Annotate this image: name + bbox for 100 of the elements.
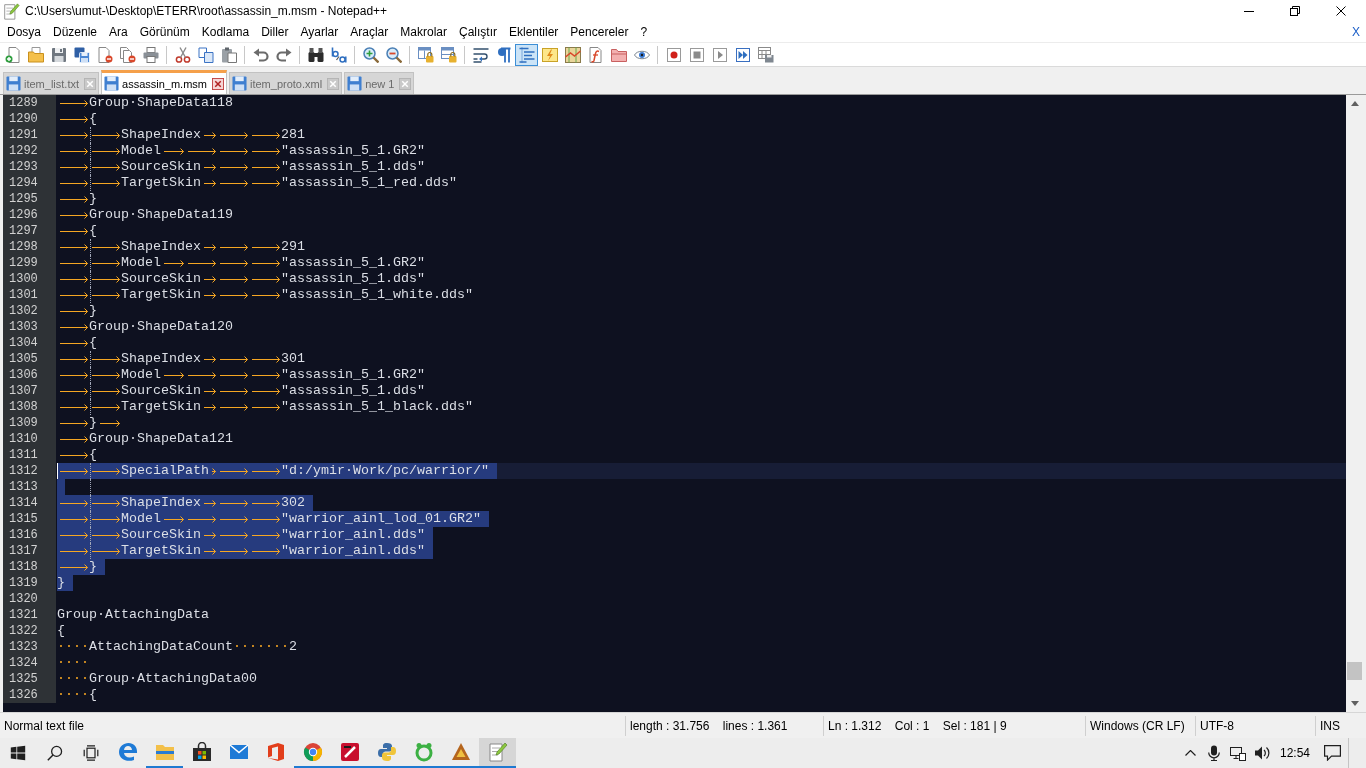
tab-arrow-icon [220, 275, 248, 283]
tab-arrow-icon [60, 531, 88, 539]
folder-page-icon [27, 46, 44, 63]
whitespace-dots: ······· [232, 639, 289, 655]
tab-arrow-icon [204, 275, 216, 283]
menu-item[interactable]: Makrolar [394, 23, 453, 41]
line-number: 1318 [3, 559, 56, 575]
close-document-button[interactable]: X [1351, 24, 1361, 40]
tab-arrow-icon [60, 387, 88, 395]
menu-item[interactable]: Görünüm [133, 23, 196, 41]
tab-arrow-icon [252, 131, 280, 139]
binoculars-icon [307, 46, 324, 63]
code-text: { [89, 447, 97, 463]
code-text: Model [121, 255, 161, 271]
tab-arrow-icon [164, 371, 184, 379]
up-arrow-icon [1350, 101, 1359, 106]
line-number: 1298 [3, 239, 56, 255]
bracket-logo-icon [265, 742, 286, 762]
tab-arrow-icon [220, 355, 248, 363]
window-lock-icon [417, 46, 434, 63]
line-number: 1315 [3, 511, 56, 527]
tab-arrow-icon [60, 291, 88, 299]
document-tab[interactable]: item_list.txt [3, 72, 99, 94]
tab-arrow-icon [252, 355, 280, 363]
tab-arrow-icon [220, 259, 248, 267]
status-field: Windows (CR LF) [1085, 715, 1195, 736]
code-text: } [89, 303, 97, 319]
code-text: SourceSkin [121, 383, 201, 399]
line-number: 1297 [3, 223, 56, 239]
notepad-pen-icon [487, 742, 508, 762]
tab-arrow-icon [252, 243, 280, 251]
indent-guide-button[interactable] [515, 43, 538, 66]
menu-item[interactable]: Dosya [1, 23, 47, 41]
code-text: } [57, 575, 65, 591]
code-text: Model [121, 367, 161, 383]
tab-arrow-icon [252, 467, 280, 475]
code-text: } [89, 415, 97, 431]
line-number: 1323 [3, 639, 56, 655]
menu-item[interactable]: Eklentiler [503, 23, 565, 41]
triangle-logo-icon [450, 742, 471, 762]
network-monitor-icon [1230, 745, 1246, 761]
floppy-disks-icon [73, 46, 90, 63]
window-title: C:\Users\umut-\Desktop\ETERR\root\assassin_m.msm - Notepad++ [25, 4, 388, 18]
swirl-logo-icon [117, 742, 138, 762]
tab-arrow-icon [60, 339, 88, 347]
paw-ring-icon [413, 742, 434, 762]
close-tab-button[interactable] [212, 77, 224, 90]
tab-arrow-icon [60, 323, 88, 331]
code-text: 291 [281, 239, 305, 255]
menu-item[interactable]: Kodlama [195, 23, 256, 41]
window-lock-icon [440, 46, 457, 63]
menu-item[interactable]: Düzenle [47, 23, 104, 41]
tab-arrow-icon [204, 179, 216, 187]
menu-item[interactable]: Araçlar [344, 23, 395, 41]
tab-arrow-icon [220, 291, 248, 299]
code-text: { [89, 111, 97, 127]
document-tab[interactable]: new 1 [344, 72, 415, 94]
whitespace-dots: ···· [57, 639, 89, 655]
tab-arrow-icon [60, 163, 88, 171]
clock[interactable]: 12:54 [1274, 746, 1316, 760]
vertical-scrollbar[interactable] [1346, 95, 1363, 712]
tab-arrow-icon [252, 179, 280, 187]
line-number: 1291 [3, 127, 56, 143]
printer-icon [142, 46, 159, 63]
stop-icon [688, 46, 705, 63]
code-text: TargetSkin [121, 287, 201, 303]
line-number: 1322 [3, 623, 56, 639]
code-text: TargetSkin [121, 543, 201, 559]
tab-arrow-icon [60, 147, 88, 155]
fast-forward-icon [734, 46, 751, 63]
code-text: "warrior_ainl.dds" [281, 527, 425, 543]
menu-item[interactable]: Ayarlar [294, 23, 345, 41]
tab-arrow-icon [92, 387, 120, 395]
tab-arrow-icon [60, 179, 88, 187]
menu-item[interactable]: ? [634, 23, 654, 41]
tab-arrow-icon [60, 371, 88, 379]
code-text: ShapeIndex [121, 239, 201, 255]
tab-arrow-icon [220, 243, 248, 251]
menu-item[interactable]: Çalıştır [453, 23, 503, 41]
tab-arrow-icon [252, 259, 280, 267]
menu-item[interactable]: Diller [255, 23, 295, 41]
tab-arrow-icon [252, 403, 280, 411]
code-text: "assassin_5_1.dds" [281, 271, 425, 287]
line-number: 1301 [3, 287, 56, 303]
tab-arrow-icon [252, 547, 280, 555]
tab-arrow-icon [252, 371, 280, 379]
tab-arrow-icon [164, 259, 184, 267]
code-text: Group·AttachingData00 [89, 671, 257, 687]
scroll-thumb[interactable] [1347, 662, 1362, 680]
tab-arrow-icon [204, 355, 216, 363]
document-tab[interactable]: item_proto.xml [229, 72, 343, 94]
code-text: 2 [288, 639, 297, 655]
undo-arrow-icon [252, 46, 269, 63]
menu-item[interactable]: Ara [103, 23, 134, 41]
envelope-icon [228, 742, 249, 762]
document-tab[interactable]: assassin_m.msm [101, 70, 227, 94]
code-text: ShapeIndex [121, 495, 201, 511]
tab-arrow-icon [60, 419, 88, 427]
tab-arrow-icon [164, 147, 184, 155]
menu-item[interactable]: Pencereler [564, 23, 635, 41]
